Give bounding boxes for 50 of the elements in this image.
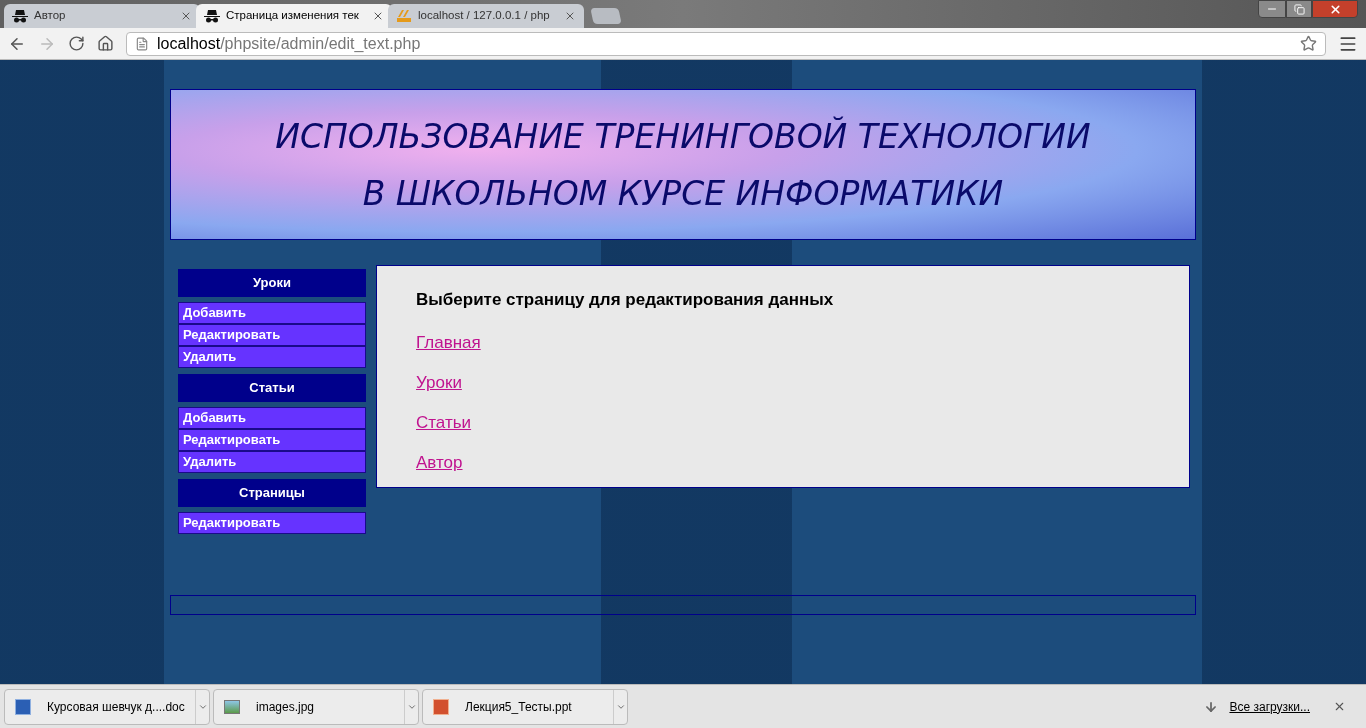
sidebar-section-title: Статьи: [178, 374, 366, 402]
bookmark-star-icon[interactable]: [1300, 35, 1317, 52]
word-file-icon: [15, 698, 31, 715]
close-icon[interactable]: [180, 10, 192, 22]
page-link[interactable]: Статьи: [416, 411, 472, 433]
close-icon[interactable]: [1333, 700, 1346, 713]
close-window-button[interactable]: [1312, 0, 1358, 18]
sidebar-section-title: Страницы: [178, 479, 366, 507]
restore-icon: [1293, 3, 1305, 15]
sidebar-link[interactable]: Удалить: [178, 451, 366, 473]
close-icon[interactable]: [372, 10, 384, 22]
home-icon[interactable]: [97, 35, 114, 52]
download-item[interactable]: images.jpg: [213, 688, 419, 725]
sidebar-link[interactable]: Добавить: [178, 407, 366, 429]
pma-logo-icon: [396, 9, 412, 23]
sidebar-link[interactable]: Удалить: [178, 346, 366, 368]
browser-tab[interactable]: localhost / 127.0.0.1 / php: [388, 4, 584, 28]
browser-tab[interactable]: Автор: [4, 4, 200, 28]
page-link[interactable]: Главная: [416, 331, 481, 353]
reload-icon[interactable]: [68, 35, 85, 52]
sidebar-link[interactable]: Редактировать: [178, 512, 366, 534]
close-icon[interactable]: [564, 10, 576, 22]
download-filename: images.jpg: [256, 698, 315, 716]
url-text: localhost/phpsite/admin/edit_text.php: [157, 33, 422, 54]
image-file-icon: [224, 699, 240, 714]
download-item[interactable]: Курсовая шевчук д....doc: [4, 688, 210, 725]
tab-title: Страница изменения тек: [226, 8, 360, 24]
page-heading: Выберите страницу для редактирования данных: [416, 289, 834, 311]
close-icon: [1328, 2, 1342, 16]
download-filename: Лекция5_Тесты.ppt: [465, 698, 572, 716]
sidebar-section-title: Уроки: [178, 269, 366, 297]
sidebar-link[interactable]: Редактировать: [178, 429, 366, 451]
header-title: В ШКОЛЬНОМ КУРСЕ ИНФОРМАТИКИ: [362, 176, 1004, 210]
restore-button[interactable]: [1286, 0, 1312, 18]
tab-title: localhost / 127.0.0.1 / php: [418, 8, 551, 24]
download-filename: Курсовая шевчук д....doc: [47, 698, 185, 716]
sidebar-link[interactable]: Редактировать: [178, 324, 366, 346]
powerpoint-file-icon: [433, 698, 449, 715]
hat-glasses-icon: [12, 9, 28, 23]
page-link[interactable]: Уроки: [416, 371, 462, 393]
all-downloads-link[interactable]: Все загрузки...: [1229, 697, 1310, 716]
address-bar[interactable]: localhost/phpsite/admin/edit_text.php: [126, 31, 1326, 56]
browser-tab[interactable]: Страница изменения тек: [196, 4, 392, 28]
sidebar-link[interactable]: Добавить: [178, 302, 366, 324]
page-link[interactable]: Автор: [416, 451, 463, 473]
download-item[interactable]: Лекция5_Тесты.ppt: [422, 688, 628, 725]
tab-title: Автор: [34, 8, 67, 24]
hat-glasses-icon: [204, 9, 220, 23]
page-icon: [135, 36, 149, 51]
minimize-button[interactable]: [1258, 0, 1286, 18]
